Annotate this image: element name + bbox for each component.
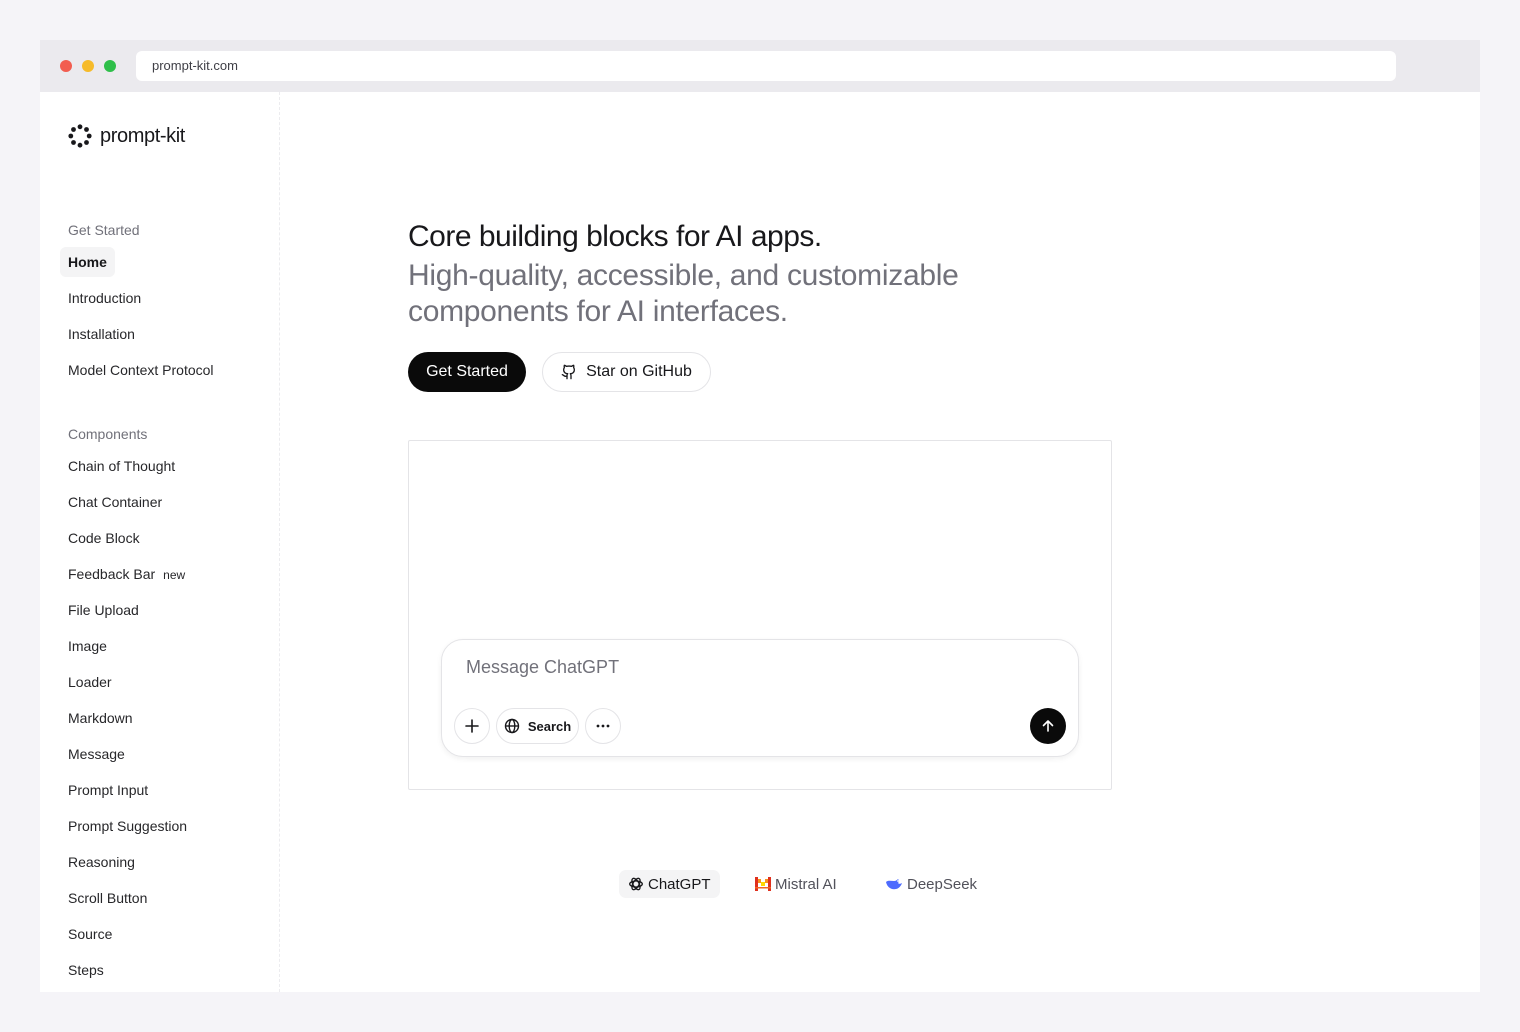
sidebar-item-loader[interactable]: Loader [60,667,120,697]
model-tab-mistral[interactable]: Mistral AI [746,870,846,898]
star-on-github-label: Star on GitHub [586,363,692,380]
sidebar-item-prompt-suggestion[interactable]: Prompt Suggestion [60,811,195,841]
main-content: Core building blocks for AI apps. High-q… [280,92,1480,992]
sidebar-item-chain-of-thought[interactable]: Chain of Thought [60,451,183,481]
hero-title: Core building blocks for AI apps. [408,220,822,253]
search-toggle-button[interactable]: Search [496,708,579,744]
add-attachment-button[interactable] [454,708,490,744]
address-bar[interactable]: prompt-kit.com [136,51,1396,81]
sidebar-item-chat-container[interactable]: Chat Container [60,487,170,517]
sidebar-item-feedback-bar[interactable]: Feedback Bar new [60,559,193,589]
mistral-icon [755,877,771,891]
nav-group-label-get-started: Get Started [68,222,140,238]
sidebar-item-prompt-input[interactable]: Prompt Input [60,775,156,805]
prompt-input-box: Search [441,639,1079,757]
github-icon [561,364,576,380]
hero-subtitle: High-quality, accessible, and customizab… [408,259,959,328]
sidebar-item-steps[interactable]: Steps [60,955,112,985]
sidebar-item-file-upload[interactable]: File Upload [60,595,147,625]
sidebar: prompt-kit Get Started Home Introduction… [40,92,280,992]
maximize-window-button[interactable] [104,60,116,72]
brand-name: prompt-kit [100,124,185,147]
sidebar-item-introduction[interactable]: Introduction [60,283,149,313]
sidebar-item-markdown[interactable]: Markdown [60,703,141,733]
sidebar-item-installation[interactable]: Installation [60,319,143,349]
sidebar-item-label: Feedback Bar [68,566,156,582]
openai-icon [629,877,643,891]
new-badge: new [163,568,186,582]
more-options-button[interactable] [585,708,621,744]
send-button[interactable] [1030,708,1066,744]
plus-icon [465,719,479,733]
browser-window: prompt-kit.com prompt-kit Get Started Ho… [40,40,1480,992]
ellipsis-icon [596,724,610,728]
sidebar-item-message[interactable]: Message [60,739,133,769]
close-window-button[interactable] [60,60,72,72]
sidebar-item-code-block[interactable]: Code Block [60,523,148,553]
sidebar-item-scroll-button[interactable]: Scroll Button [60,883,155,913]
arrow-up-icon [1042,720,1054,732]
model-tab-label: ChatGPT [648,875,711,893]
model-tab-label: DeepSeek [907,875,978,893]
sidebar-item-reasoning[interactable]: Reasoning [60,847,143,877]
deepseek-icon [886,879,902,890]
browser-chrome: prompt-kit.com [40,40,1480,92]
brand-logo[interactable]: prompt-kit [68,124,185,148]
model-tab-label: Mistral AI [775,875,837,893]
model-tab-chatgpt[interactable]: ChatGPT [619,870,720,898]
star-on-github-button[interactable]: Star on GitHub [542,352,711,392]
prompt-demo-frame: Search [408,440,1112,790]
logo-ring-icon [68,124,92,148]
sidebar-item-home[interactable]: Home [60,247,115,277]
model-tab-deepseek[interactable]: DeepSeek [876,870,986,898]
minimize-window-button[interactable] [82,60,94,72]
sidebar-item-image[interactable]: Image [60,631,115,661]
nav-group-label-components: Components [68,426,148,442]
sidebar-item-source[interactable]: Source [60,919,120,949]
sidebar-item-model-context-protocol[interactable]: Model Context Protocol [60,355,222,385]
search-label: Search [527,718,572,734]
get-started-button[interactable]: Get Started [408,352,526,392]
globe-icon [504,718,520,734]
message-input[interactable] [466,654,1026,680]
